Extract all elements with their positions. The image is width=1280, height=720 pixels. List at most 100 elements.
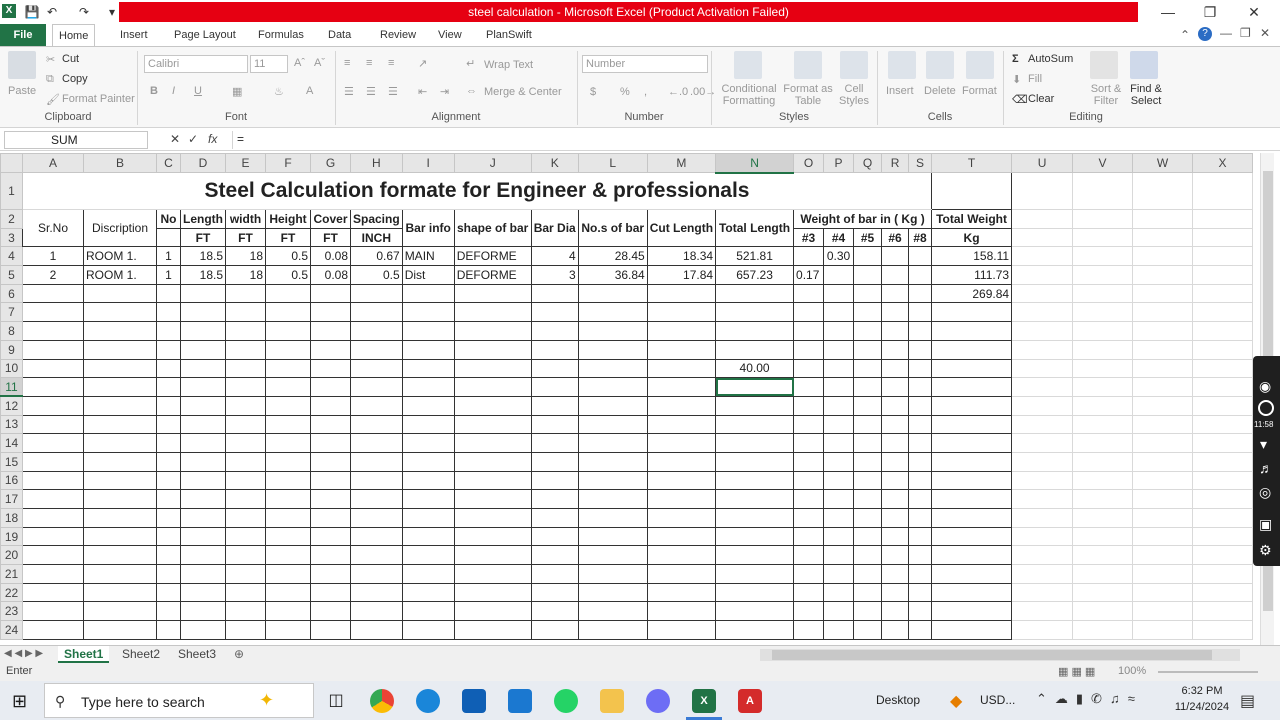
cell[interactable] xyxy=(1132,395,1194,416)
notification-icon[interactable]: ▤ xyxy=(1240,691,1255,711)
cell[interactable] xyxy=(401,358,455,379)
cell[interactable] xyxy=(715,601,795,622)
table-cell[interactable]: 28.45 xyxy=(577,246,648,267)
camera-icon[interactable]: ◉ xyxy=(1259,378,1271,395)
cell[interactable] xyxy=(577,489,648,509)
taskbar-search-box[interactable]: ⚲ Type here to search ✦ xyxy=(44,683,314,718)
cell[interactable] xyxy=(577,433,648,453)
table-cell[interactable] xyxy=(853,283,883,304)
cell[interactable] xyxy=(1072,358,1134,379)
cell[interactable] xyxy=(83,302,157,323)
cell[interactable] xyxy=(401,526,455,547)
column-header[interactable]: Q xyxy=(853,153,883,173)
cell[interactable] xyxy=(1072,339,1134,360)
cell[interactable] xyxy=(1011,265,1074,285)
cell[interactable] xyxy=(1011,414,1074,435)
cell[interactable] xyxy=(793,377,825,397)
increase-indent-icon[interactable]: ⇥ xyxy=(440,85,449,98)
paste-icon[interactable] xyxy=(8,51,36,79)
cell[interactable] xyxy=(881,526,910,547)
row-header[interactable]: 3 xyxy=(0,227,23,248)
cell[interactable] xyxy=(530,582,579,603)
cell[interactable] xyxy=(22,582,84,603)
cell[interactable] xyxy=(1011,564,1074,584)
formula-input[interactable]: = xyxy=(232,131,1262,149)
cell-n10[interactable]: 40.00 xyxy=(715,358,795,379)
cell[interactable] xyxy=(1132,246,1194,267)
cell[interactable] xyxy=(225,545,266,566)
outlook-icon[interactable] xyxy=(462,689,486,713)
cell[interactable] xyxy=(793,564,825,584)
unit-inch[interactable]: INCH xyxy=(350,227,403,248)
table-cell[interactable] xyxy=(180,283,226,304)
column-header[interactable]: H xyxy=(350,153,403,173)
cell[interactable] xyxy=(265,339,311,360)
column-header[interactable]: V xyxy=(1072,153,1134,173)
unit-bar-5[interactable]: #5 xyxy=(853,227,883,248)
cell[interactable] xyxy=(931,414,1013,435)
table-cell[interactable] xyxy=(881,265,910,285)
cell[interactable] xyxy=(401,414,455,435)
cell[interactable] xyxy=(646,470,717,491)
wrap-text-button[interactable]: Wrap Text xyxy=(484,59,533,71)
cell[interactable] xyxy=(156,433,181,453)
row-header[interactable]: 4 xyxy=(0,246,23,267)
cell[interactable] xyxy=(881,433,910,453)
unit-ft[interactable]: FT xyxy=(225,227,266,248)
cell[interactable] xyxy=(310,545,351,566)
cell[interactable] xyxy=(881,414,910,435)
cell[interactable] xyxy=(225,508,266,528)
cell[interactable] xyxy=(1072,265,1134,285)
horizontal-scrollbar[interactable] xyxy=(760,649,1240,661)
cell[interactable] xyxy=(22,414,84,435)
cell[interactable] xyxy=(793,620,825,640)
cell[interactable] xyxy=(1072,489,1134,509)
cell[interactable] xyxy=(265,414,311,435)
cell[interactable] xyxy=(793,321,825,341)
cell[interactable] xyxy=(1192,246,1254,267)
cell[interactable] xyxy=(793,582,825,603)
cell[interactable] xyxy=(1011,508,1074,528)
row-header[interactable]: 15 xyxy=(0,451,23,472)
cell[interactable] xyxy=(310,489,351,509)
cell[interactable] xyxy=(646,582,717,603)
cell[interactable] xyxy=(853,620,883,640)
cell[interactable] xyxy=(401,321,455,341)
paste-button[interactable]: Paste xyxy=(8,85,36,97)
task-view-icon[interactable]: ◫ xyxy=(324,689,348,713)
cell[interactable] xyxy=(853,377,883,397)
table-cell[interactable] xyxy=(401,283,455,304)
cell[interactable] xyxy=(908,508,933,528)
cell[interactable] xyxy=(908,358,933,379)
align-center-icon[interactable]: ☰ xyxy=(366,85,376,98)
insert-function-icon[interactable]: fx xyxy=(208,132,217,146)
align-top-icon[interactable]: ≡ xyxy=(344,57,350,69)
table-cell[interactable] xyxy=(823,265,855,285)
row-header[interactable]: 24 xyxy=(0,620,23,640)
cell[interactable] xyxy=(310,339,351,360)
cell[interactable] xyxy=(156,470,181,491)
cell[interactable] xyxy=(22,377,84,397)
orientation-icon[interactable]: ↗ xyxy=(418,57,427,70)
cut-button[interactable]: Cut xyxy=(62,53,79,65)
table-cell[interactable]: 4 xyxy=(530,246,579,267)
cell[interactable] xyxy=(530,358,579,379)
cell[interactable] xyxy=(265,526,311,547)
cell[interactable] xyxy=(22,395,84,416)
cell[interactable] xyxy=(715,526,795,547)
unit-bar-6[interactable]: #6 xyxy=(881,227,910,248)
cell[interactable] xyxy=(453,582,532,603)
cancel-entry-icon[interactable]: ✕ xyxy=(170,132,180,146)
cell[interactable] xyxy=(881,395,910,416)
cell[interactable] xyxy=(225,526,266,547)
table-cell[interactable] xyxy=(530,283,579,304)
cell[interactable] xyxy=(225,302,266,323)
cell[interactable] xyxy=(715,470,795,491)
insert-cells-button[interactable]: Insert xyxy=(886,85,914,97)
cell[interactable] xyxy=(1132,601,1194,622)
cell[interactable] xyxy=(530,526,579,547)
cell[interactable] xyxy=(180,526,226,547)
format-cells-button[interactable]: Format xyxy=(962,85,997,97)
table-cell[interactable]: 36.84 xyxy=(577,265,648,285)
cell[interactable] xyxy=(931,321,1013,341)
